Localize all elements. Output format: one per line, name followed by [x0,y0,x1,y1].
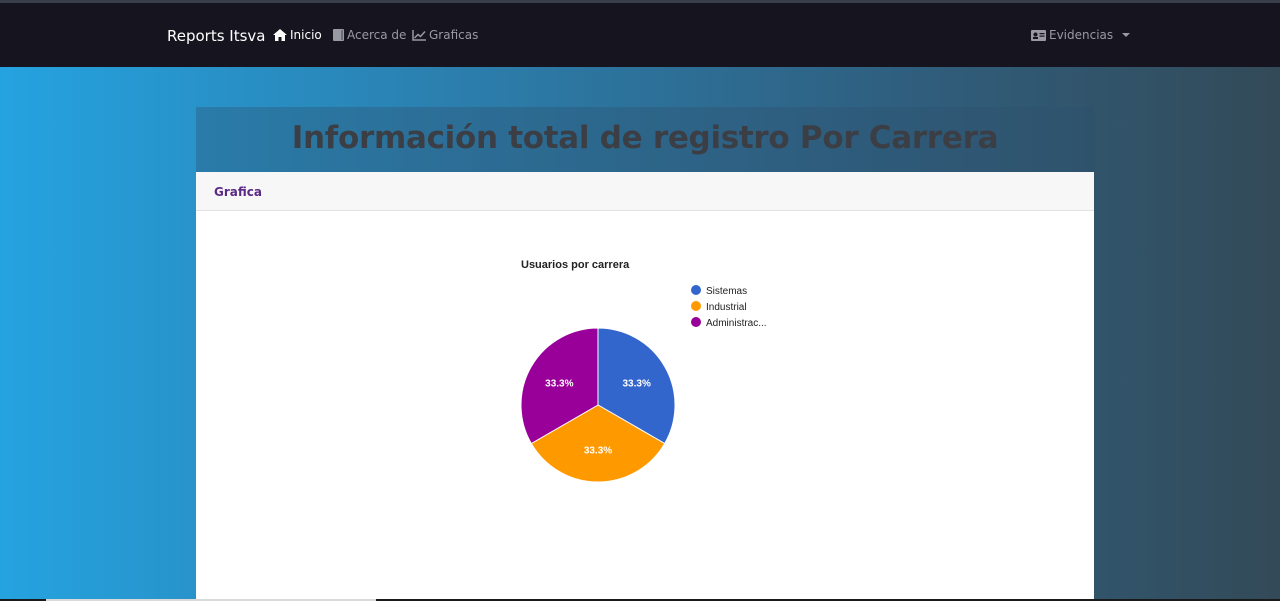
slice-label: 33.3% [545,379,573,390]
legend-marker [691,317,701,327]
slice-label: 33.3% [584,446,612,457]
pie-chart: Usuarios por carrera 33.3% 33.3% 33.3% Siste… [520,259,767,483]
nav-graficas[interactable]: Graficas [412,28,478,42]
legend-label: Administrac... [706,318,767,329]
nav-acerca-label: Acerca de [347,28,407,42]
evidencias-dropdown[interactable]: Evidencias [1031,28,1131,42]
evidencias-label: Evidencias [1049,28,1114,42]
brand-link[interactable]: Reports Itsva [167,27,266,45]
legend-marker [691,301,701,311]
book-icon [333,29,344,41]
chevron-down-icon [1122,33,1131,37]
chart-card: Grafica Usuarios por carrera 33.3% 33.3% 33… [196,172,1094,601]
nav-acerca[interactable]: Acerca de [333,28,406,42]
id-card-icon [1031,29,1046,41]
nav-graficas-label: Graficas [429,28,479,42]
nav-inicio-label: Inicio [290,28,322,42]
nav-inicio[interactable]: Inicio [273,28,322,42]
legend-marker [691,285,701,295]
legend-label: Sistemas [706,286,747,297]
line-chart-icon [412,29,426,41]
navbar: Reports Itsva Inicio Acerca de Graficas … [0,3,1280,67]
page-title: Información total de registro Por Carrer… [291,120,999,156]
page-header: Información total de registro Por Carrer… [196,107,1094,172]
home-icon [273,29,287,41]
legend-label: Industrial [706,302,747,313]
chart-title: Usuarios por carrera [521,259,630,271]
slice-label: 33.3% [622,379,650,390]
